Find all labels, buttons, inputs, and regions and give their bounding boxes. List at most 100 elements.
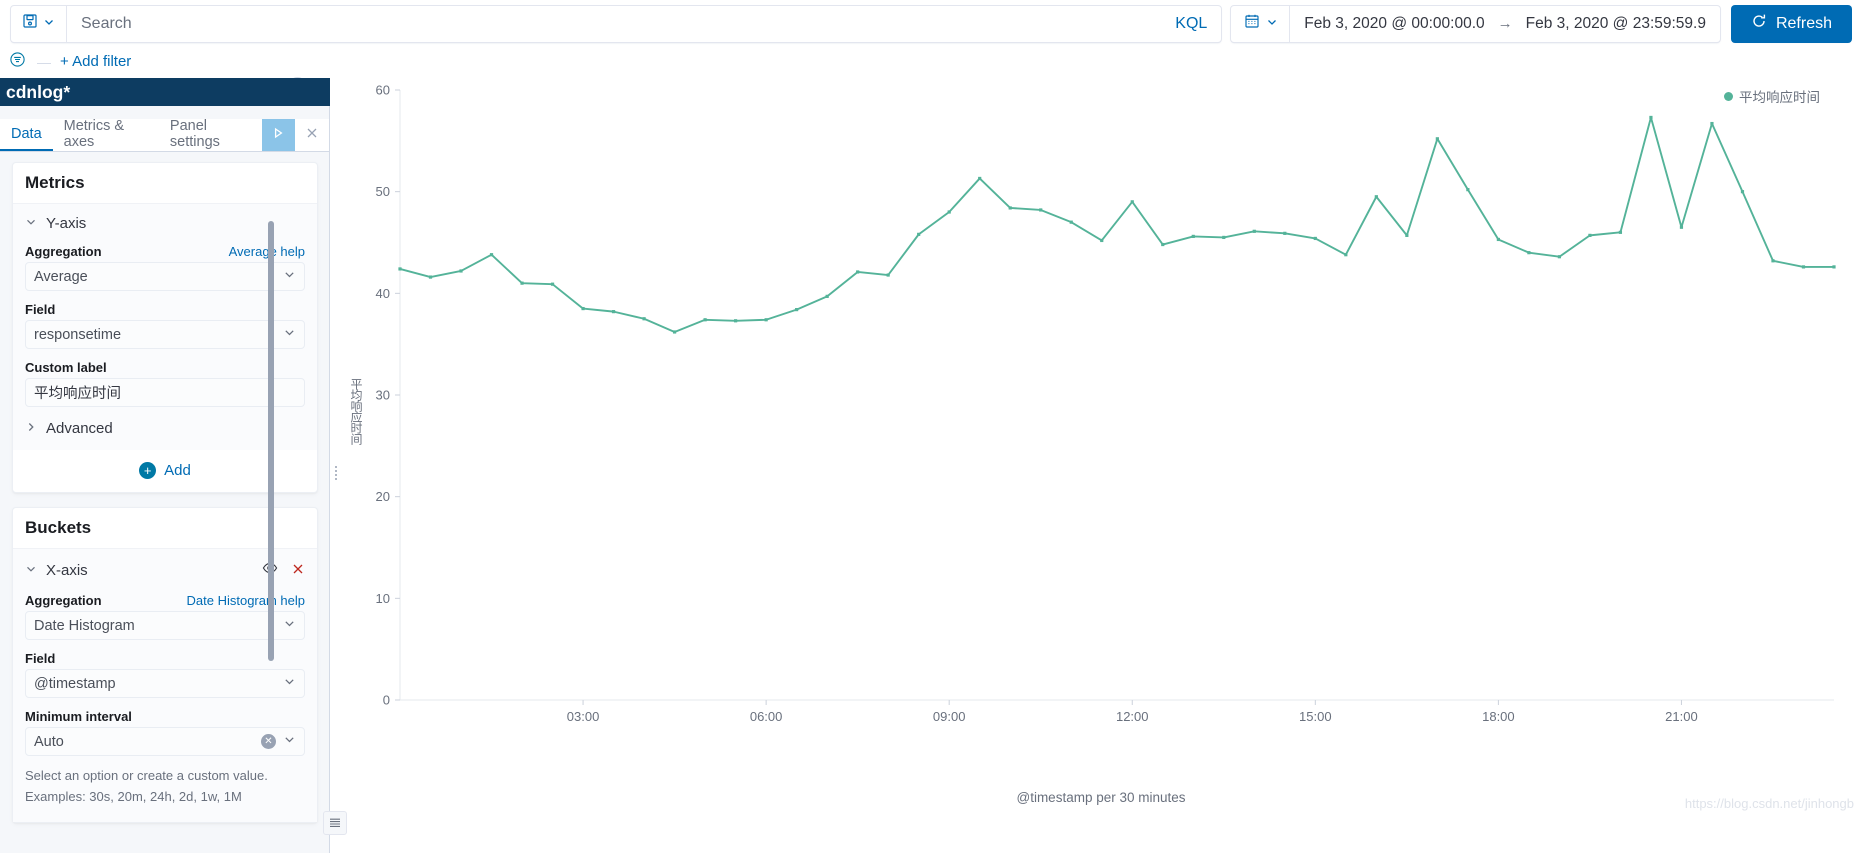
x-field-value: @timestamp xyxy=(34,675,116,692)
svg-text:12:00: 12:00 xyxy=(1116,709,1149,724)
kql-toggle[interactable]: KQL xyxy=(1161,6,1221,42)
filter-separator: — xyxy=(37,53,51,70)
watermark-text: https://blog.csdn.net/jinhongb xyxy=(1684,796,1854,811)
add-metric-label: Add xyxy=(164,462,191,479)
date-range: Feb 3, 2020 @ 00:00:00.0 → Feb 3, 2020 @… xyxy=(1290,15,1720,33)
min-interval-hint-line2: Examples: 30s, 20m, 24h, 2d, 1w, 1M xyxy=(25,788,242,804)
svg-text:09:00: 09:00 xyxy=(933,709,966,724)
svg-text:30: 30 xyxy=(376,388,390,403)
calendar-icon xyxy=(1244,13,1260,34)
aggregation-label: Aggregation xyxy=(25,244,102,259)
clear-x-icon[interactable]: ✕ xyxy=(261,734,276,749)
svg-text:60: 60 xyxy=(376,83,390,98)
y-field-select[interactable]: responsetime xyxy=(25,320,305,349)
tab-panel-settings[interactable]: Panel settings xyxy=(159,118,262,151)
line-chart-svg: 0 10 20 30 40 50 60 03:00 06:00 09:00 12:00 15:00 18… xyxy=(376,83,1836,724)
refresh-label: Refresh xyxy=(1775,14,1832,32)
advanced-label: Advanced xyxy=(46,420,113,437)
plus-circle-icon: + xyxy=(139,462,157,479)
index-pattern-title: cdnlog* xyxy=(0,78,330,106)
svg-text:10: 10 xyxy=(376,591,390,606)
save-icon xyxy=(22,13,38,34)
x-axis-header-row: X-axis xyxy=(25,560,305,581)
custom-label-label: Custom label xyxy=(25,360,107,375)
x-aggregation-label: Aggregation xyxy=(25,593,102,608)
close-x-icon[interactable] xyxy=(291,562,305,579)
x-field-select[interactable]: @timestamp xyxy=(25,669,305,698)
x-axis-label: X-axis xyxy=(46,562,88,579)
y-field-label: Field xyxy=(25,302,56,317)
y-axis-label: Y-axis xyxy=(46,215,87,232)
saved-query-button[interactable] xyxy=(11,5,67,42)
x-field-label: Field xyxy=(25,651,56,666)
svg-text:21:00: 21:00 xyxy=(1665,709,1698,724)
y-axis-header-row: Y-axis xyxy=(25,215,305,232)
date-arrow-icon: → xyxy=(1497,15,1513,32)
search-input[interactable] xyxy=(67,5,1162,42)
average-help-link[interactable]: Average help xyxy=(229,244,305,259)
svg-text:18:00: 18:00 xyxy=(1482,709,1515,724)
close-editor-button[interactable] xyxy=(295,119,329,151)
svg-text:50: 50 xyxy=(376,184,390,199)
chevron-down-icon xyxy=(283,733,296,750)
x-axis-collapse-toggle[interactable]: X-axis xyxy=(25,562,88,579)
svg-text:40: 40 xyxy=(376,286,390,301)
tab-data[interactable]: Data xyxy=(0,119,53,151)
date-end[interactable]: Feb 3, 2020 @ 23:59:59.9 xyxy=(1526,15,1706,33)
play-icon xyxy=(271,126,285,145)
date-histogram-help-link[interactable]: Date Histogram help xyxy=(187,593,306,608)
field-label-row: Field xyxy=(25,302,305,317)
x-aggregation-select[interactable]: Date Histogram xyxy=(25,611,305,640)
refresh-icon xyxy=(1751,13,1767,34)
min-interval-label-row: Minimum interval xyxy=(25,709,305,724)
close-icon xyxy=(305,126,319,145)
chevron-down-icon xyxy=(43,15,55,33)
chevron-down-icon xyxy=(283,617,296,634)
svg-text:03:00: 03:00 xyxy=(567,709,600,724)
chevron-down-icon xyxy=(1266,15,1278,33)
y-field-value: responsetime xyxy=(34,326,122,343)
drag-handle-icon[interactable] xyxy=(330,463,342,483)
min-interval-controls: ✕ xyxy=(261,733,296,750)
editor-tabs: Data Metrics & axes Panel settings xyxy=(0,118,329,152)
add-filter-button[interactable]: + Add filter xyxy=(60,53,131,70)
visualization-editor-panel: Data Metrics & axes Panel settings Metri… xyxy=(0,91,330,853)
aggregation-label-row: Aggregation Average help xyxy=(25,244,305,259)
filter-icon xyxy=(9,51,26,73)
apply-changes-button[interactable] xyxy=(261,119,296,151)
x-aggregation-label-row: Aggregation Date Histogram help xyxy=(25,593,305,608)
chevron-down-icon xyxy=(25,562,37,579)
chevron-down-icon xyxy=(25,215,37,232)
chevron-right-icon xyxy=(25,420,37,437)
min-interval-select[interactable]: Auto ✕ xyxy=(25,727,305,756)
svg-text:20: 20 xyxy=(376,489,390,504)
editor-scroll-body[interactable]: Metrics Y-axis Aggregation Average help … xyxy=(0,152,330,853)
min-interval-hint-line1: Select an option or create a custom valu… xyxy=(25,768,268,783)
y-axis-collapse-toggle[interactable]: Y-axis xyxy=(25,215,86,232)
tab-metrics-axes[interactable]: Metrics & axes xyxy=(53,118,159,151)
filter-options-button[interactable] xyxy=(6,51,28,73)
chevron-down-icon xyxy=(283,268,296,285)
search-bar: KQL xyxy=(10,4,1223,43)
chevron-down-icon xyxy=(283,326,296,343)
x-field-label-row: Field xyxy=(25,651,305,666)
y-aggregation-select[interactable]: Average xyxy=(25,262,305,291)
advanced-toggle[interactable]: Advanced xyxy=(25,418,305,437)
date-quick-select-button[interactable] xyxy=(1231,5,1291,42)
refresh-button[interactable]: Refresh xyxy=(1730,4,1852,43)
custom-label-row: Custom label xyxy=(25,360,305,375)
svg-text:06:00: 06:00 xyxy=(750,709,783,724)
x-axis-title: @timestamp per 30 minutes xyxy=(1016,790,1186,805)
svg-text:0: 0 xyxy=(383,693,390,708)
date-start[interactable]: Feb 3, 2020 @ 00:00:00.0 xyxy=(1304,15,1484,33)
legend-list-icon[interactable] xyxy=(323,811,347,835)
min-interval-value: Auto xyxy=(34,733,64,750)
x-aggregation-value: Date Histogram xyxy=(34,617,135,634)
min-interval-label: Minimum interval xyxy=(25,709,132,724)
y-aggregation-value: Average xyxy=(34,268,88,285)
editor-scrollbar[interactable] xyxy=(268,221,274,661)
date-picker: Feb 3, 2020 @ 00:00:00.0 → Feb 3, 2020 @… xyxy=(1230,4,1721,43)
metrics-heading: Metrics xyxy=(25,173,85,192)
svg-text:15:00: 15:00 xyxy=(1299,709,1332,724)
custom-label-input[interactable] xyxy=(25,378,305,407)
